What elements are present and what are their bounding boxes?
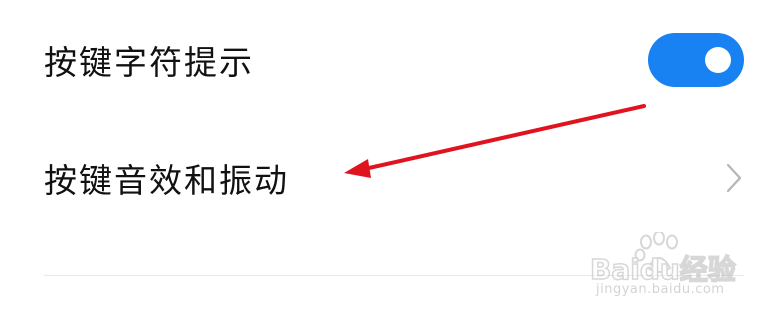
baidu-jingyan-watermark: Baidu经验 jingyan.baidu.com (589, 232, 760, 304)
toggle-knob (705, 47, 731, 73)
settings-row-key-character-hint[interactable]: 按键字符提示 (0, 12, 776, 108)
row-label: 按键字符提示 (44, 43, 254, 82)
chevron-right-icon (726, 163, 742, 193)
watermark-url: jingyan.baidu.com (596, 282, 725, 297)
key-character-hint-toggle[interactable] (648, 33, 744, 87)
row-label: 按键音效和振动 (44, 161, 289, 200)
settings-row-key-sound-vibration[interactable]: 按键音效和振动 (0, 130, 776, 226)
settings-page: 按键字符提示 按键音效和振动 Baidu经验 jingyan.baidu.com (0, 0, 776, 316)
